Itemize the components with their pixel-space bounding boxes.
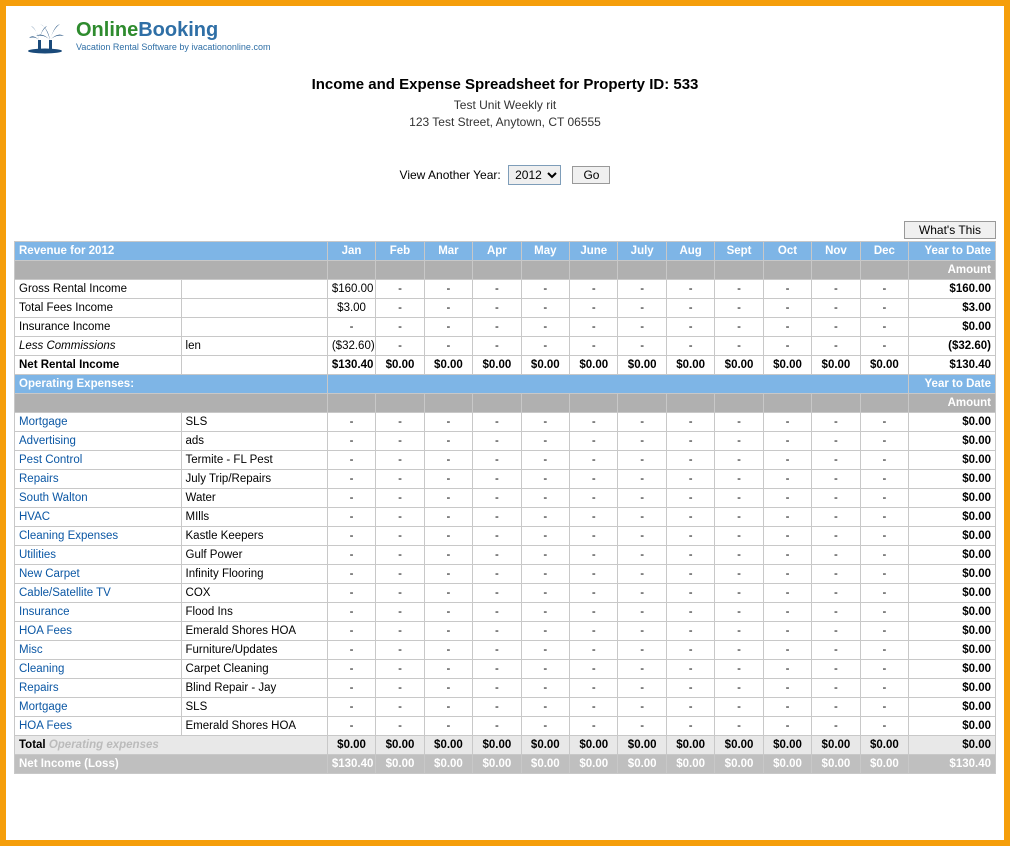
expense-link[interactable]: HOA Fees: [15, 716, 182, 735]
expense-link[interactable]: Mortgage: [15, 412, 182, 431]
row-note: [181, 279, 327, 298]
row-note: SLS: [181, 697, 327, 716]
expense-link[interactable]: HVAC: [15, 507, 182, 526]
table-row: Cleaning ExpensesKastle Keepers---------…: [15, 526, 996, 545]
row-note: len: [181, 336, 327, 355]
whats-this-button[interactable]: What's This: [904, 221, 996, 239]
table-row: MortgageSLS------------$0.00: [15, 412, 996, 431]
logo: OnlineBooking Vacation Rental Software b…: [28, 18, 270, 54]
net-rental-row: Net Rental Income$130.40$0.00$0.00$0.00$…: [15, 355, 996, 374]
total-operating-row: Total Operating expenses$0.00$0.00$0.00$…: [15, 735, 996, 754]
row-note: Infinity Flooring: [181, 564, 327, 583]
address: 123 Test Street, Anytown, CT 06555: [6, 114, 1004, 131]
table-row: Pest ControlTermite - FL Pest-----------…: [15, 450, 996, 469]
table-row: RepairsBlind Repair - Jay------------$0.…: [15, 678, 996, 697]
table-row: CleaningCarpet Cleaning------------$0.00: [15, 659, 996, 678]
table-row: Cable/Satellite TVCOX------------$0.00: [15, 583, 996, 602]
row-note: ads: [181, 431, 327, 450]
logo-subtitle: Vacation Rental Software by ivacationonl…: [76, 42, 270, 52]
unit-name: Test Unit Weekly rit: [6, 97, 1004, 114]
go-button[interactable]: Go: [572, 166, 610, 184]
row-note: SLS: [181, 412, 327, 431]
table-row: MiscFurniture/Updates------------$0.00: [15, 640, 996, 659]
expense-link[interactable]: Mortgage: [15, 697, 182, 716]
row-note: Flood Ins: [181, 602, 327, 621]
expense-link[interactable]: Advertising: [15, 431, 182, 450]
table-row: MortgageSLS------------$0.00: [15, 697, 996, 716]
expense-link[interactable]: Pest Control: [15, 450, 182, 469]
row-note: Blind Repair - Jay: [181, 678, 327, 697]
table-row: RepairsJuly Trip/Repairs------------$0.0…: [15, 469, 996, 488]
expense-link[interactable]: Cable/Satellite TV: [15, 583, 182, 602]
expense-link[interactable]: Utilities: [15, 545, 182, 564]
row-note: Emerald Shores HOA: [181, 621, 327, 640]
row-note: Water: [181, 488, 327, 507]
page-title: Income and Expense Spreadsheet for Prope…: [6, 76, 1004, 93]
row-label: Gross Rental Income: [15, 279, 182, 298]
row-note: Carpet Cleaning: [181, 659, 327, 678]
year-label: View Another Year:: [400, 168, 501, 182]
row-label: Total Fees Income: [15, 298, 182, 317]
table-row: Less Commissionslen($32.60)-----------($…: [15, 336, 996, 355]
expense-link[interactable]: Misc: [15, 640, 182, 659]
table-row: HVACMIlls------------$0.00: [15, 507, 996, 526]
expense-link[interactable]: New Carpet: [15, 564, 182, 583]
row-note: Termite - FL Pest: [181, 450, 327, 469]
expense-link[interactable]: Insurance: [15, 602, 182, 621]
table-row: New CarpetInfinity Flooring------------$…: [15, 564, 996, 583]
table-row: Gross Rental Income$160.00-----------$16…: [15, 279, 996, 298]
row-label: Less Commissions: [15, 336, 182, 355]
row-note: Emerald Shores HOA: [181, 716, 327, 735]
table-row: InsuranceFlood Ins------------$0.00: [15, 602, 996, 621]
table-row: Insurance Income------------$0.00: [15, 317, 996, 336]
expense-link[interactable]: Cleaning Expenses: [15, 526, 182, 545]
table-row: HOA FeesEmerald Shores HOA------------$0…: [15, 716, 996, 735]
table-row: South WaltonWater------------$0.00: [15, 488, 996, 507]
expense-link[interactable]: Repairs: [15, 469, 182, 488]
row-note: [181, 298, 327, 317]
row-note: Furniture/Updates: [181, 640, 327, 659]
row-note: MIlls: [181, 507, 327, 526]
table-row: HOA FeesEmerald Shores HOA------------$0…: [15, 621, 996, 640]
year-select[interactable]: 2012: [508, 165, 561, 185]
expense-link[interactable]: Repairs: [15, 678, 182, 697]
logo-title: OnlineBooking: [76, 20, 270, 40]
row-note: Kastle Keepers: [181, 526, 327, 545]
row-note: [181, 317, 327, 336]
expense-link[interactable]: HOA Fees: [15, 621, 182, 640]
table-row: Advertisingads------------$0.00: [15, 431, 996, 450]
table-row: UtilitiesGulf Power------------$0.00: [15, 545, 996, 564]
expense-link[interactable]: Cleaning: [15, 659, 182, 678]
row-label: Insurance Income: [15, 317, 182, 336]
table-row: Total Fees Income$3.00-----------$3.00: [15, 298, 996, 317]
row-note: COX: [181, 583, 327, 602]
row-note: Gulf Power: [181, 545, 327, 564]
palm-tree-icon: [28, 18, 72, 54]
expense-link[interactable]: South Walton: [15, 488, 182, 507]
row-note: July Trip/Repairs: [181, 469, 327, 488]
year-selector-row: View Another Year: 2012 Go: [6, 165, 1004, 185]
net-income-row: Net Income (Loss)$130.40$0.00$0.00$0.00$…: [15, 754, 996, 773]
spreadsheet-table: Revenue for 2012JanFebMarAprMayJuneJulyA…: [14, 241, 996, 774]
